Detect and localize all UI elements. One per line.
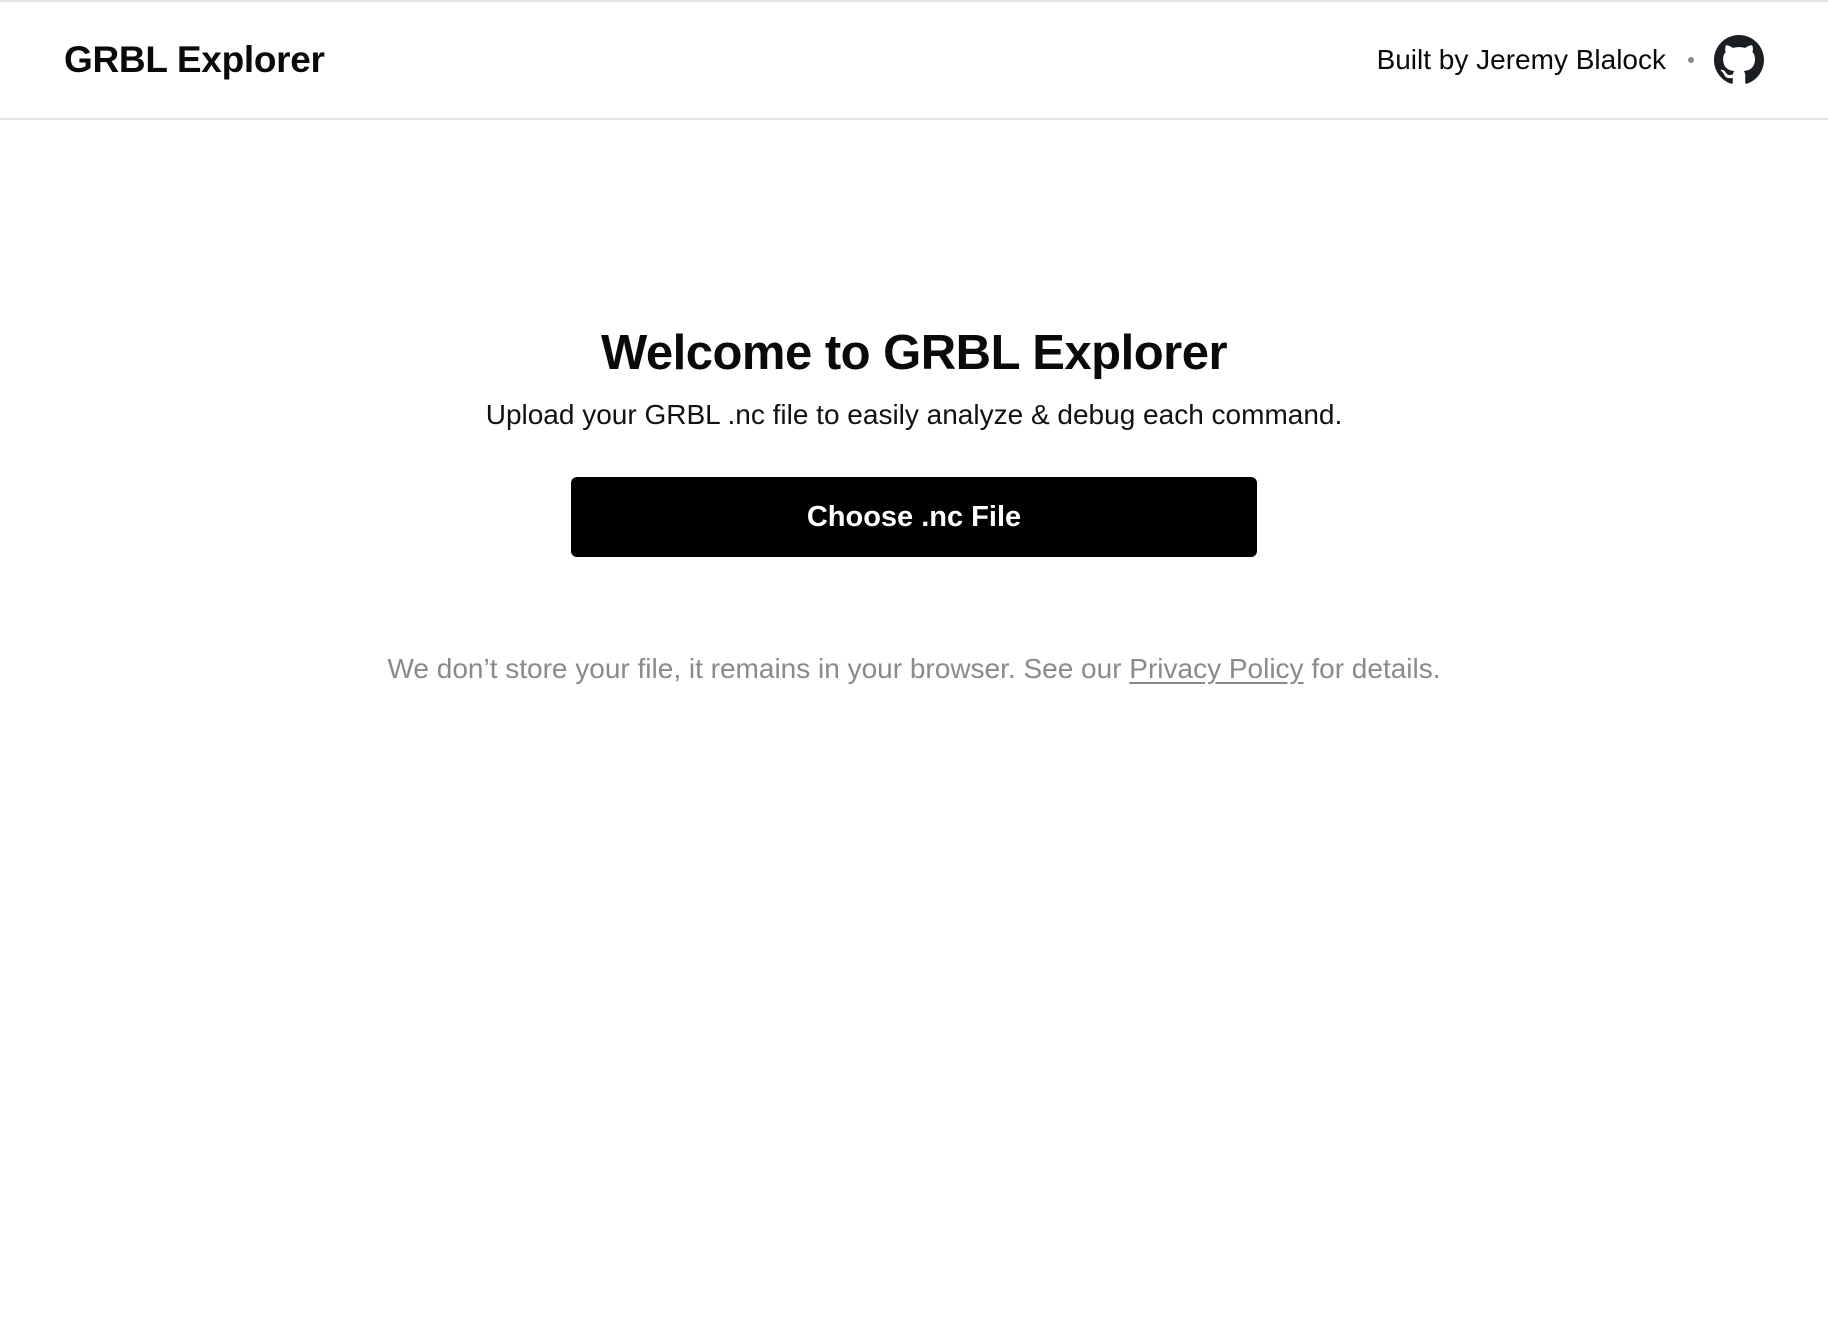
- privacy-note-suffix: for details.: [1303, 653, 1441, 684]
- separator-dot: [1688, 57, 1694, 63]
- header: GRBL Explorer Built by Jeremy Blalock: [0, 2, 1828, 120]
- brand-logo-link[interactable]: GRBL Explorer: [64, 39, 325, 81]
- page-title: Welcome to GRBL Explorer: [600, 326, 1228, 380]
- header-right: Built by Jeremy Blalock: [1377, 35, 1764, 85]
- privacy-policy-link[interactable]: Privacy Policy: [1129, 653, 1303, 684]
- privacy-note-text: We don’t store your file, it remains in …: [387, 653, 1130, 684]
- github-link[interactable]: [1714, 35, 1764, 85]
- author-credit-link[interactable]: Built by Jeremy Blalock: [1377, 44, 1666, 76]
- github-icon: [1714, 35, 1764, 84]
- page-subtitle: Upload your GRBL .nc file to easily anal…: [485, 399, 1343, 430]
- privacy-note: We don’t store your file, it remains in …: [387, 653, 1440, 685]
- page: GRBL Explorer Built by Jeremy Blalock We…: [0, 0, 1828, 1320]
- choose-file-button[interactable]: Choose .nc File: [571, 477, 1257, 557]
- main-content: Welcome to GRBL Explorer Upload your GRB…: [0, 120, 1828, 713]
